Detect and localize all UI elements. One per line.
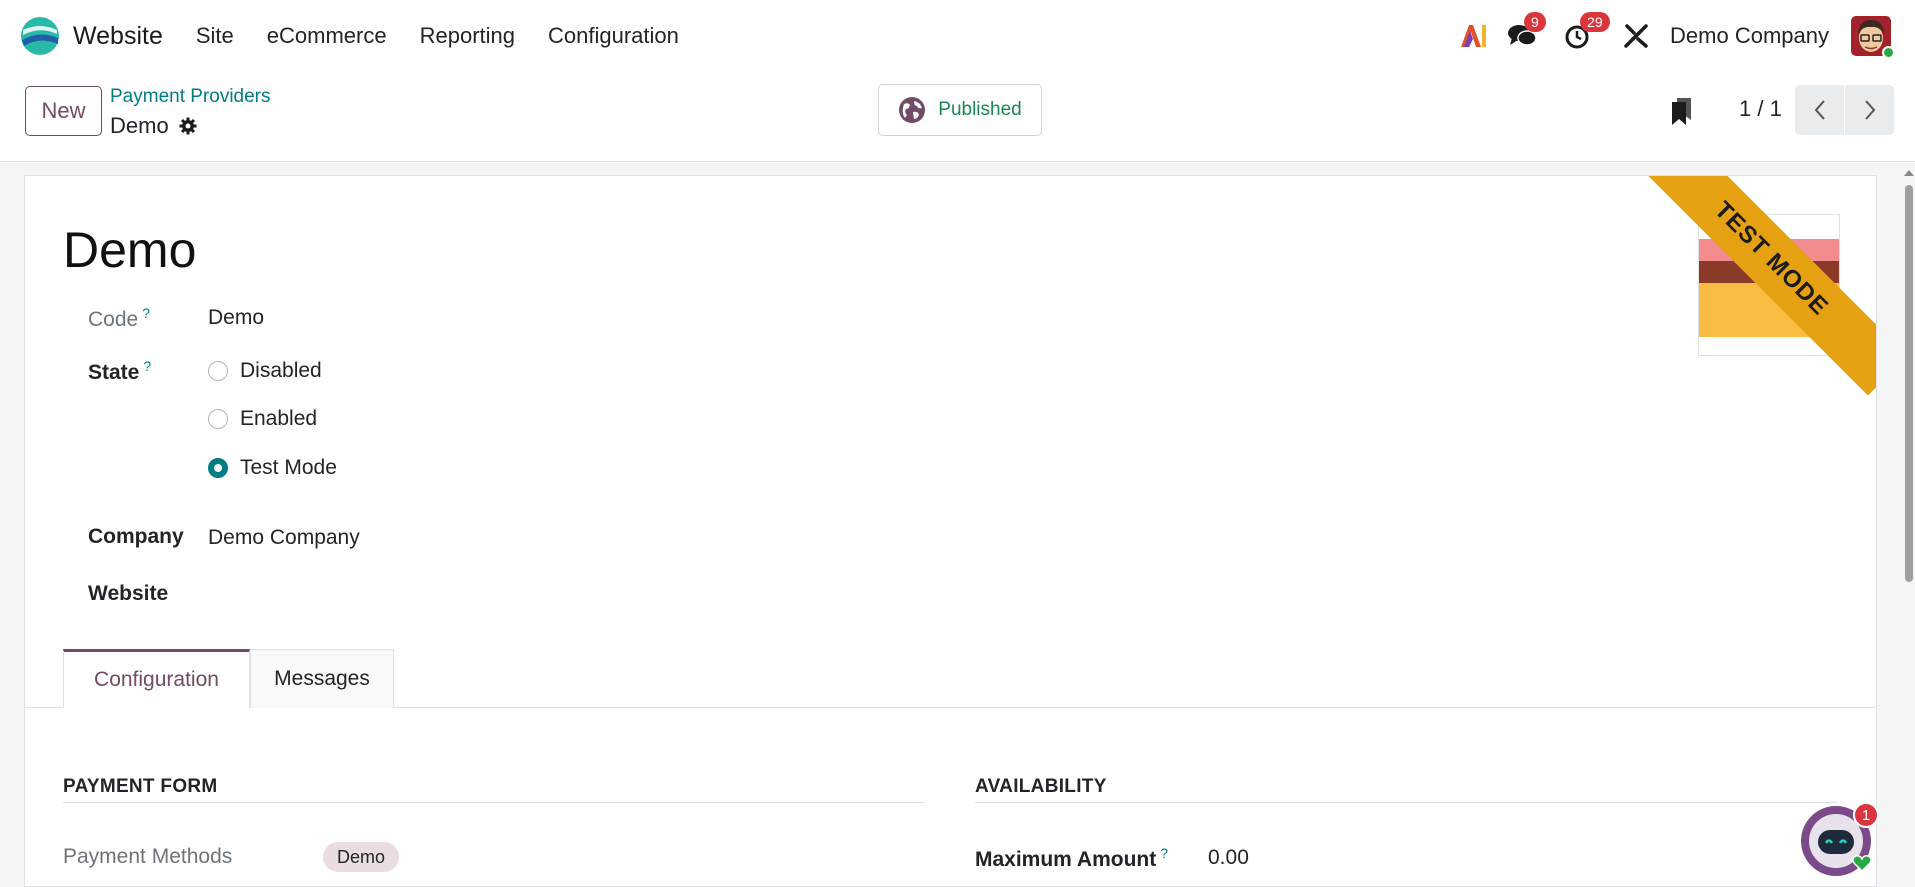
payment-method-tag[interactable]: Demo: [323, 842, 400, 872]
globe-icon: [899, 97, 926, 123]
state-label: State?: [88, 358, 151, 385]
website-field[interactable]: [208, 582, 508, 608]
new-button[interactable]: New: [25, 86, 102, 136]
breadcrumb-current: Demo: [110, 113, 197, 139]
code-label-text: Code: [88, 308, 139, 331]
radio-label: Test Mode: [240, 456, 337, 479]
messages-badge: 9: [1524, 12, 1546, 32]
maximum-amount-label-text: Maximum Amount: [975, 848, 1157, 871]
section-divider: [975, 802, 1837, 803]
form-sheet: TEST MODE Demo Code? Demo State? Disable…: [24, 175, 1877, 887]
website-app-icon: [21, 17, 59, 55]
radio-button[interactable]: [208, 361, 228, 381]
user-avatar[interactable]: [1851, 16, 1895, 59]
livechat-badge: 1: [1853, 802, 1879, 828]
menu-ecommerce[interactable]: eCommerce: [267, 23, 387, 49]
state-option-disabled[interactable]: Disabled: [208, 359, 322, 383]
radio-button[interactable]: [208, 409, 228, 429]
menu-reporting[interactable]: Reporting: [420, 23, 515, 49]
company-label: Company: [88, 525, 184, 548]
control-panel: New Payment Providers Demo Published 1 /…: [0, 72, 1915, 162]
chevron-left-icon: [1814, 100, 1825, 120]
availability-section-title: AVAILABILITY: [975, 776, 1107, 797]
radio-label: Disabled: [240, 359, 322, 382]
help-tooltip-icon[interactable]: ?: [142, 305, 150, 321]
tab-configuration[interactable]: Configuration: [63, 649, 250, 708]
record-name: Demo: [110, 113, 169, 138]
tab-messages[interactable]: Messages: [250, 649, 394, 708]
activities-badge: 29: [1580, 12, 1610, 32]
published-button[interactable]: Published: [878, 84, 1042, 136]
scroll-up-arrow-icon[interactable]: [1904, 170, 1914, 176]
app-name: Website: [73, 21, 163, 50]
menu-site[interactable]: Site: [196, 23, 234, 49]
pager-next-button[interactable]: [1845, 85, 1894, 135]
messages-icon[interactable]: 9: [1504, 12, 1546, 54]
heart-icon: [1852, 855, 1872, 872]
company-value[interactable]: Demo Company: [208, 526, 360, 550]
section-divider: [63, 802, 925, 803]
online-status-dot: [1882, 46, 1895, 59]
code-label: Code?: [88, 305, 150, 332]
bookmark-icon[interactable]: [1670, 96, 1694, 126]
robot-face-icon: [1818, 830, 1854, 854]
menu-configuration[interactable]: Configuration: [548, 23, 679, 49]
maximum-amount-label: Maximum Amount?: [975, 845, 1168, 872]
breadcrumb-payment-providers[interactable]: Payment Providers: [110, 86, 271, 108]
ai-icon[interactable]: [1456, 18, 1492, 54]
activities-icon[interactable]: 29: [1560, 12, 1610, 54]
chevron-right-icon: [1864, 100, 1875, 120]
company-switcher[interactable]: Demo Company: [1670, 23, 1829, 49]
debug-tools-icon[interactable]: [1618, 18, 1654, 54]
help-tooltip-icon[interactable]: ?: [1160, 845, 1168, 861]
state-option-enabled[interactable]: Enabled: [208, 407, 317, 431]
payment-methods-label: Payment Methods: [63, 845, 233, 868]
app-brand[interactable]: Website: [20, 16, 185, 56]
code-value: Demo: [208, 306, 265, 329]
pager-value[interactable]: 1 / 1: [1739, 96, 1782, 122]
website-label: Website: [88, 582, 169, 605]
published-label: Published: [938, 99, 1022, 120]
maximum-amount-value[interactable]: 0.00: [1208, 846, 1249, 870]
help-tooltip-icon[interactable]: ?: [143, 358, 151, 374]
radio-label: Enabled: [240, 407, 318, 430]
state-option-test-mode[interactable]: Test Mode: [208, 456, 337, 480]
state-label-text: State: [88, 361, 140, 384]
gear-icon[interactable]: [179, 117, 197, 135]
payment-form-section-title: PAYMENT FORM: [63, 776, 218, 797]
record-title[interactable]: Demo: [63, 221, 196, 279]
top-navbar: Website Site eCommerce Reporting Configu…: [0, 0, 1915, 72]
navbar-systray: 9 29 Demo Company: [1456, 0, 1915, 72]
radio-button-selected[interactable]: [208, 458, 228, 478]
pager-previous-button[interactable]: [1795, 85, 1844, 135]
scrollbar-thumb[interactable]: [1905, 185, 1913, 582]
